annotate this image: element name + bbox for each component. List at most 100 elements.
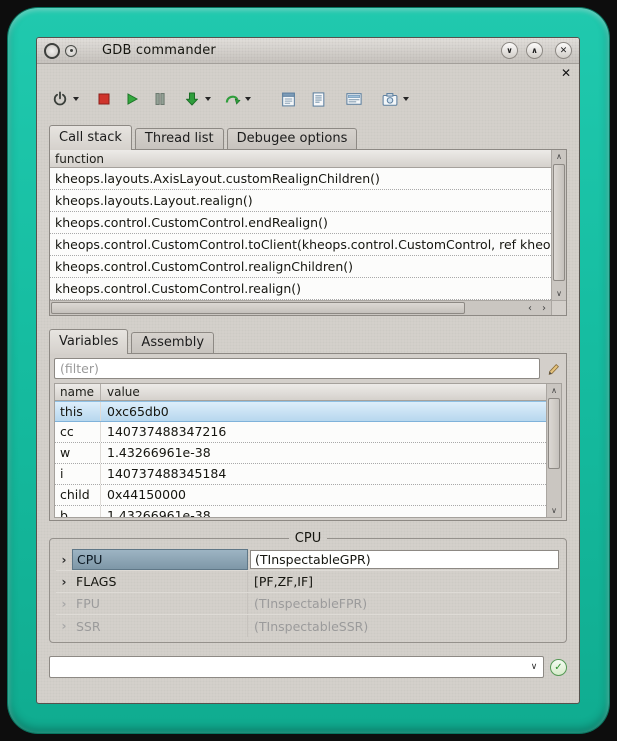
close-icon: ✕ [560, 46, 568, 56]
callstack-panel: function kheops.layouts.AxisLayout.custo… [49, 149, 567, 316]
scroll-up-icon[interactable]: ∧ [552, 150, 566, 163]
variables-list: this 0xc65db0 cc 140737488347216 w 1.432… [55, 401, 546, 517]
step-into-dropdown-icon[interactable] [205, 97, 211, 101]
callstack-row[interactable]: kheops.layouts.AxisLayout.customRealignC… [50, 168, 551, 190]
toolbar [37, 82, 579, 116]
power-target-button[interactable] [49, 87, 71, 111]
scrollbar-corner [551, 300, 566, 315]
expander-icon[interactable]: › [56, 615, 72, 637]
scroll-up-icon[interactable]: ∧ [547, 384, 561, 397]
variable-row[interactable]: child 0x44150000 [55, 485, 546, 506]
register-name[interactable]: CPU [72, 549, 248, 570]
power-icon [52, 91, 68, 107]
variable-row[interactable]: i 140737488345184 [55, 464, 546, 485]
scroll-right-icon[interactable]: › [537, 301, 551, 315]
callstack-row[interactable]: kheops.control.CustomControl.realign() [50, 278, 551, 300]
expander-icon[interactable]: › [56, 549, 72, 570]
register-name[interactable]: FPU [72, 593, 248, 614]
tab-variables[interactable]: Variables [49, 329, 128, 354]
play-icon [125, 92, 139, 106]
horizontal-scroll-thumb[interactable] [51, 302, 465, 314]
dock-close-button[interactable]: ✕ [561, 67, 571, 79]
callstack-row[interactable]: kheops.layouts.Layout.realign() [50, 190, 551, 212]
maximize-button[interactable]: ∧ [526, 42, 543, 59]
vertical-scroll-thumb[interactable] [553, 164, 565, 281]
step-over-dropdown-icon[interactable] [245, 97, 251, 101]
window-frame: GDB commander ∨ ∧ ✕ ✕ [8, 8, 609, 733]
scroll-down-icon[interactable]: ∨ [552, 287, 566, 300]
cpu-register-row[interactable]: › FLAGS [PF,ZF,IF] [56, 571, 560, 593]
register-value: [PF,ZF,IF] [248, 571, 560, 592]
command-input[interactable] [50, 660, 525, 675]
cpu-register-row[interactable]: › FPU (TInspectableFPR) [56, 593, 560, 615]
callstack-column-header: function [50, 150, 551, 168]
tab-debugee-options[interactable]: Debugee options [227, 128, 358, 149]
variables-tabs: Variables Assembly [49, 328, 567, 353]
callstack-row[interactable]: kheops.control.CustomControl.realignChil… [50, 256, 551, 278]
run-button[interactable] [121, 87, 143, 111]
step-into-button[interactable] [181, 87, 203, 111]
variables-table: name value this 0xc65db0 cc 140737488347… [54, 383, 562, 518]
register-name[interactable]: SSR [72, 615, 248, 637]
filter-input[interactable] [54, 358, 540, 379]
power-dropdown-icon[interactable] [73, 97, 79, 101]
variable-row[interactable]: w 1.43266961e-38 [55, 443, 546, 464]
step-over-icon [224, 91, 241, 107]
pause-button[interactable] [149, 87, 171, 111]
cpu-register-row[interactable]: › CPU (TInspectableGPR) [56, 549, 560, 571]
snapshot-button[interactable] [379, 87, 401, 111]
output-panel-button[interactable] [307, 87, 329, 111]
callstack-tabs: Call stack Thread list Debugee options [49, 124, 567, 149]
app-icon [44, 43, 60, 59]
execute-button[interactable]: ✓ [550, 659, 567, 676]
step-over-button[interactable] [221, 87, 243, 111]
filter-brush-icon[interactable] [544, 360, 562, 378]
check-icon: ✓ [554, 662, 562, 673]
scroll-left-icon[interactable]: ‹ [523, 301, 537, 315]
variable-row[interactable]: cc 140737488347216 [55, 422, 546, 443]
stop-button[interactable] [93, 87, 115, 111]
variables-vertical-scrollbar[interactable]: ∧ ∨ [546, 384, 561, 517]
gdb-commander-window: GDB commander ∨ ∧ ✕ ✕ [36, 37, 580, 704]
cpu-group-title: CPU [289, 531, 327, 546]
output-document-icon [310, 91, 327, 108]
tab-thread-list[interactable]: Thread list [135, 128, 224, 149]
variables-panel: name value this 0xc65db0 cc 140737488347… [49, 353, 567, 521]
variable-row[interactable]: b 1.43266961e-38 [55, 506, 546, 517]
callstack-row[interactable]: kheops.control.CustomControl.endRealign(… [50, 212, 551, 234]
callstack-list: kheops.layouts.AxisLayout.customRealignC… [50, 168, 551, 300]
log-panel-button[interactable] [277, 87, 299, 111]
cpu-groupbox: CPU › CPU (TInspectableGPR) › FLAGS [PF,… [49, 531, 567, 643]
pause-icon [153, 92, 167, 106]
step-into-icon [184, 91, 200, 107]
register-value: (TInspectableFPR) [248, 593, 560, 614]
scroll-down-icon[interactable]: ∨ [547, 504, 561, 517]
callstack-vertical-scrollbar[interactable]: ∧ ∨ [551, 150, 566, 300]
window-menu-icon[interactable] [65, 45, 77, 57]
command-row: ∨ ✓ [49, 656, 567, 678]
log-window-icon [280, 91, 297, 108]
minimize-button[interactable]: ∨ [501, 42, 518, 59]
expander-icon[interactable]: › [56, 593, 72, 614]
cpu-register-row[interactable]: › SSR (TInspectableSSR) [56, 615, 560, 637]
dock-bar: ✕ [37, 64, 579, 82]
titlebar[interactable]: GDB commander ∨ ∧ ✕ [37, 38, 579, 64]
combo-dropdown-icon[interactable]: ∨ [525, 662, 543, 672]
register-value: (TInspectableSSR) [248, 615, 560, 637]
column-header-value: value [101, 384, 546, 400]
tab-assembly[interactable]: Assembly [131, 332, 214, 353]
callstack-row[interactable]: kheops.control.CustomControl.toClient(kh… [50, 234, 551, 256]
watches-panel-button[interactable] [343, 87, 365, 111]
snapshot-dropdown-icon[interactable] [403, 97, 409, 101]
tab-call-stack[interactable]: Call stack [49, 125, 132, 150]
window-title: GDB commander [102, 43, 216, 58]
expander-icon[interactable]: › [56, 571, 72, 592]
command-combobox[interactable]: ∨ [49, 656, 544, 678]
column-header-name: name [55, 384, 101, 400]
variable-row[interactable]: this 0xc65db0 [55, 401, 546, 422]
register-value-editor[interactable]: (TInspectableGPR) [250, 550, 559, 569]
vertical-scroll-thumb[interactable] [548, 398, 560, 469]
register-name[interactable]: FLAGS [72, 571, 248, 592]
callstack-horizontal-scrollbar[interactable]: ‹ › [50, 300, 551, 315]
close-button[interactable]: ✕ [555, 42, 572, 59]
